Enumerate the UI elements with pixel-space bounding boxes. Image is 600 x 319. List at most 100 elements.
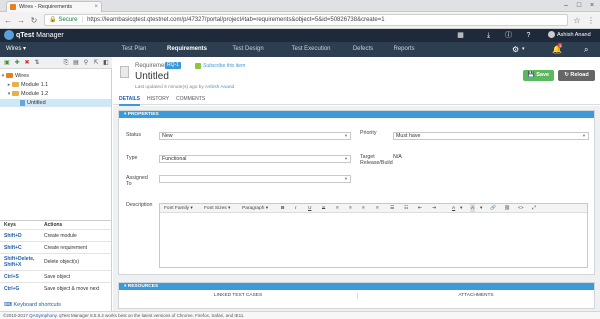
copy-icon[interactable]: ⎘ (62, 59, 70, 67)
link-icon[interactable]: 🔗 (490, 204, 496, 213)
search-icon[interactable]: ⌕ (584, 45, 588, 54)
browser-tab[interactable]: Wires - Requirements × (6, 1, 102, 12)
collapse-icon[interactable]: ⇱ (92, 59, 100, 67)
subscribe-icon (195, 62, 201, 69)
tree-item-module-1-2[interactable]: ▾ Module 1.2 (0, 90, 111, 98)
refresh-icon[interactable]: ↻ (29, 15, 39, 26)
requirement-doc-icon (120, 66, 129, 78)
back-icon[interactable]: ← (3, 15, 13, 26)
menu-kebab-icon[interactable]: ⋮ (586, 15, 596, 26)
description-editor: Font Family ▾ Font Sizes ▾ Paragraph ▾ B… (159, 203, 588, 268)
forward-icon[interactable]: → (16, 15, 26, 26)
align-center-icon[interactable]: ≡ (349, 204, 352, 213)
indent-icon[interactable]: ⇥ (432, 204, 436, 213)
tab-comments[interactable]: COMMENTS (176, 95, 205, 104)
app-logo[interactable]: qTest Manager (4, 30, 64, 41)
align-left-icon[interactable]: ≡ (336, 204, 339, 213)
author-link[interactable]: Ashish Anand (205, 85, 234, 90)
align-right-icon[interactable]: ≡ (362, 204, 365, 213)
strike-button[interactable]: S (322, 204, 325, 213)
info-icon[interactable]: ⓘ (504, 31, 513, 40)
maximize-icon[interactable]: □ (573, 0, 585, 11)
collapse-icon: ▾ (124, 284, 127, 289)
assigned-to-label: Assigned To (126, 175, 148, 187)
footer-copyright: 2010-2017 (6, 313, 30, 318)
status-value: New (162, 133, 173, 139)
download-icon[interactable]: ⤓ (484, 31, 493, 40)
paste-icon[interactable]: ▤ (72, 59, 80, 67)
bold-button[interactable]: B (281, 204, 284, 213)
tree-item-module-1-1[interactable]: ▸ Module 1.1 (0, 81, 111, 89)
shortcut-key: Ctrl+G (4, 286, 20, 292)
app-window: Wires - Requirements × – □ × ← → ↻ 🔒 Secu… (0, 0, 600, 319)
chevron-down-icon: ▼ (344, 176, 348, 181)
add-module-icon[interactable]: ▣ (3, 59, 11, 67)
subscribe-link[interactable]: Subscribe this item (195, 62, 245, 70)
tree-label: Wires (15, 73, 30, 79)
highlight-chevron-icon[interactable]: ▾ (480, 204, 482, 213)
type-label: Type (126, 155, 138, 161)
text-color-chevron-icon[interactable]: ▾ (460, 204, 462, 213)
filter-icon[interactable]: ⚲ (82, 59, 90, 67)
shortcut-row: Shift+C Create requirement (0, 241, 111, 253)
window-close-icon[interactable]: × (586, 0, 598, 11)
reload-button[interactable]: ↻ Reload (558, 70, 595, 81)
close-tab-icon[interactable]: × (94, 2, 98, 12)
tab-reports[interactable]: Reports (387, 42, 421, 57)
font-family-label: Font Family (164, 206, 190, 211)
left-panel: ▣ ✚ ✖ ⇅ ⎘ ▤ ⚲ ⇱ ◧ ▾ Wires ▸ Module 1.1 ▾ Mo… (0, 57, 112, 311)
fullscreen-icon[interactable]: ⤢ (532, 204, 536, 213)
font-sizes-dropdown[interactable]: Font Sizes ▾ (204, 204, 230, 213)
highlight-color-icon[interactable]: A (470, 204, 476, 213)
paragraph-dropdown[interactable]: Paragraph ▾ (242, 204, 268, 213)
type-select[interactable]: Functional ▼ (159, 155, 351, 163)
keyboard-shortcuts-link[interactable]: ⌨ Keyboard shortcuts (4, 301, 61, 309)
detail-tabs: DETAILS HISTORY COMMENTS (113, 95, 600, 106)
project-name: Wires (6, 46, 22, 52)
apps-grid-icon[interactable]: ▦ (456, 31, 465, 40)
priority-select[interactable]: Must have ▼ (393, 132, 589, 140)
gear-icon[interactable]: ⚙ (512, 45, 519, 54)
tree-item-untitled[interactable]: Untitled (0, 99, 111, 107)
font-family-dropdown[interactable]: Font Family ▾ (164, 204, 193, 213)
project-selector[interactable]: Wires ▾ (6, 42, 26, 57)
tab-history[interactable]: HISTORY (147, 95, 169, 104)
panel-toggle-icon[interactable]: ◧ (102, 59, 110, 67)
company-link[interactable]: QASymphony (29, 313, 56, 318)
user-menu[interactable]: Ashish Anand (548, 29, 591, 42)
target-release-label: Target Release/Build (360, 154, 393, 166)
number-list-icon[interactable]: ☷ (404, 204, 408, 213)
tab-defects[interactable]: Defects (346, 42, 380, 57)
tab-test-execution[interactable]: Test Execution (282, 42, 340, 57)
save-button[interactable]: 💾 Save (523, 70, 554, 81)
underline-button[interactable]: U (308, 204, 311, 213)
star-icon[interactable]: ☆ (572, 15, 582, 26)
bullet-list-icon[interactable]: ☰ (390, 204, 394, 213)
assigned-to-select[interactable]: ▼ (159, 175, 351, 183)
add-requirement-icon[interactable]: ✚ (13, 59, 21, 67)
text-color-icon[interactable]: A (452, 204, 455, 213)
target-release-value: N/A (393, 154, 402, 160)
requirement-title[interactable]: Untitled (135, 71, 169, 83)
tree-item-root[interactable]: ▾ Wires (0, 72, 111, 80)
gear-chevron-icon[interactable]: ▾ (522, 45, 525, 54)
justify-icon[interactable]: ≡ (376, 204, 379, 213)
resources-header[interactable]: ▾ RESOURCES (119, 283, 594, 290)
shortcut-action: Delete object(s) (44, 259, 80, 265)
status-select[interactable]: New ▼ (159, 132, 351, 140)
properties-header[interactable]: ▾ PROPERTIES (119, 111, 594, 118)
source-code-icon[interactable]: <> (518, 204, 524, 213)
minimize-icon[interactable]: – (560, 0, 572, 11)
chevron-down-icon: ▼ (582, 133, 586, 138)
unlink-icon[interactable]: ⛓ (504, 204, 510, 213)
tab-test-plan[interactable]: Test Plan (112, 42, 156, 57)
url-input[interactable]: 🔒 Secure | https://learnbasicqtest.qtestnet… (44, 14, 568, 26)
import-icon[interactable]: ⇅ (33, 59, 41, 67)
help-icon[interactable]: ? (524, 31, 533, 40)
tab-details[interactable]: DETAILS (119, 95, 141, 106)
delete-icon[interactable]: ✖ (23, 59, 31, 67)
properties-panel: ▾ PROPERTIES Status New ▼ Priority Must h… (118, 110, 595, 275)
tab-test-design[interactable]: Test Design (224, 42, 272, 57)
outdent-icon[interactable]: ⇤ (418, 204, 422, 213)
italic-button[interactable]: I (295, 204, 296, 213)
